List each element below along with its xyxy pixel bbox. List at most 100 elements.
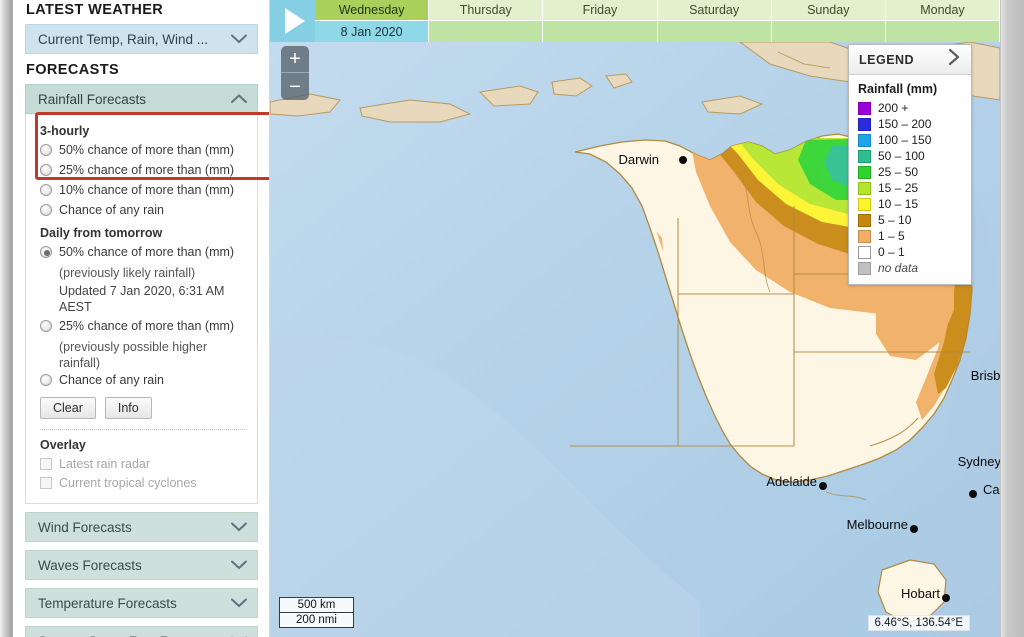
page-scrollbar-left[interactable] [0, 0, 13, 637]
legend-swatch [858, 197, 871, 211]
group-title-3-hourly: 3-hourly [40, 124, 90, 138]
legend-header-label: LEGEND [859, 52, 915, 67]
radio-icon[interactable] [40, 320, 52, 332]
option-label: Chance of any rain [59, 373, 164, 387]
map-container[interactable]: Darwin Brisbane Sydney Canberra Adelaide… [270, 0, 1000, 637]
legend-entry: 10 – 15 [858, 196, 963, 212]
latest-weather-select-label: Current Temp, Rain, Wind ... [38, 31, 209, 47]
legend-label: 200 + [878, 101, 909, 115]
legend-label: 25 – 50 [878, 165, 919, 179]
page-scrollbar-right[interactable] [1000, 0, 1024, 637]
scale-nmi: 200 nmi [280, 613, 354, 627]
legend-entry: 15 – 25 [858, 180, 963, 196]
panel-header-storms-snow-fog-frost[interactable]: Storms, Snow, Fog, Frost ... [25, 626, 258, 637]
latest-weather-select[interactable]: Current Temp, Rain, Wind ... [25, 24, 258, 54]
day-label[interactable]: Thursday [429, 0, 544, 21]
weather-app: LATEST WEATHER Current Temp, Rain, Wind … [0, 0, 1024, 637]
option-label: 50% chance of more than (mm) [59, 143, 235, 157]
legend-swatch [858, 101, 871, 115]
chevron-down-icon [231, 522, 247, 532]
day-label[interactable]: Friday [543, 0, 658, 21]
option-3h-50pct[interactable]: 50% chance of more than (mm) [40, 143, 245, 158]
panel-title-waves: Waves Forecasts [38, 557, 142, 573]
zoom-in-button[interactable]: + [281, 46, 309, 73]
overlay-label: Latest rain radar [59, 457, 151, 471]
scale-km: 500 km [280, 598, 354, 613]
chevron-right-icon [945, 47, 963, 72]
panel-header-temperature-forecasts[interactable]: Temperature Forecasts [25, 588, 258, 618]
day-tab-sunday[interactable]: Sunday [771, 0, 886, 42]
radio-icon[interactable] [40, 374, 52, 386]
chevron-up-icon [231, 94, 247, 104]
option-3h-10pct[interactable]: 10% chance of more than (mm) [40, 183, 245, 198]
option-daily-any-rain[interactable]: Chance of any rain [40, 373, 245, 388]
day-tab-friday[interactable]: Friday [543, 0, 658, 42]
legend-swatch [858, 165, 871, 179]
radio-icon[interactable] [40, 184, 52, 196]
panel-title-storms: Storms, Snow, Fog, Frost ... [38, 634, 205, 637]
day-label[interactable]: Wednesday [315, 0, 430, 21]
option-daily-25pct[interactable]: 25% chance of more than (mm) [40, 319, 245, 334]
button-row: Clear Info [40, 397, 245, 419]
legend-entry: 150 – 200 [858, 116, 963, 132]
option-3h-any-rain[interactable]: Chance of any rain [40, 203, 245, 218]
group-title-daily-from-tomorrow: Daily from tomorrow [40, 226, 163, 240]
radio-icon-selected[interactable] [40, 246, 52, 258]
legend-label: no data [878, 261, 919, 275]
day-date [771, 21, 886, 42]
legend-swatch [858, 181, 871, 195]
day-tab-monday[interactable]: Monday [885, 0, 1000, 42]
day-label[interactable]: Saturday [657, 0, 772, 21]
day-columns: Wednesday 8 Jan 2020 Thursday Friday Sat… [315, 0, 1000, 42]
option-daily-25pct-note: (previously possible higher rainfall) [59, 340, 207, 370]
play-animation-button[interactable] [270, 0, 315, 42]
legend-label: 0 – 1 [878, 245, 905, 259]
day-tab-saturday[interactable]: Saturday [657, 0, 772, 42]
legend-swatch [858, 229, 871, 243]
legend-label: 15 – 25 [878, 181, 919, 195]
play-icon [284, 8, 305, 34]
chevron-down-icon [231, 560, 247, 570]
panel-header-wind-forecasts[interactable]: Wind Forecasts [25, 512, 258, 542]
checkbox-icon[interactable] [40, 477, 52, 489]
forecasts-heading: FORECASTS [26, 62, 120, 78]
legend-label: 50 – 100 [878, 149, 925, 163]
day-tab-wednesday[interactable]: Wednesday 8 Jan 2020 [315, 0, 430, 42]
overlay-label: Current tropical cyclones [59, 476, 197, 490]
day-selector-strip: Wednesday 8 Jan 2020 Thursday Friday Sat… [270, 0, 1000, 42]
option-label: 50% chance of more than (mm) [59, 245, 235, 259]
day-tab-thursday[interactable]: Thursday [429, 0, 544, 42]
legend-entry: 25 – 50 [858, 164, 963, 180]
radio-icon[interactable] [40, 164, 52, 176]
option-label: 25% chance of more than (mm) [59, 319, 235, 333]
info-button[interactable]: Info [104, 397, 152, 419]
zoom-out-button[interactable]: − [281, 73, 309, 100]
radio-icon[interactable] [40, 204, 52, 216]
radio-icon[interactable] [40, 144, 52, 156]
section-divider [40, 429, 245, 430]
sidebar: LATEST WEATHER Current Temp, Rain, Wind … [13, 0, 270, 637]
option-3h-25pct[interactable]: 25% chance of more than (mm) [40, 163, 245, 178]
legend-panel: LEGEND Rainfall (mm) 200 + 150 – 200 100 [848, 44, 972, 285]
day-date [885, 21, 1000, 42]
legend-entry: 1 – 5 [858, 228, 963, 244]
checkbox-icon[interactable] [40, 458, 52, 470]
day-label[interactable]: Sunday [771, 0, 886, 21]
legend-label: 1 – 5 [878, 229, 905, 243]
day-date [429, 21, 544, 42]
clear-button[interactable]: Clear [40, 397, 96, 419]
map-zoom-controls: + − [281, 46, 309, 100]
overlay-current-tropical-cyclones[interactable]: Current tropical cyclones [40, 476, 245, 490]
panel-header-rainfall-forecasts[interactable]: Rainfall Forecasts [25, 84, 258, 114]
legend-entry: 50 – 100 [858, 148, 963, 164]
svg-text:Hobart: Hobart [901, 586, 940, 601]
legend-entry: 5 – 10 [858, 212, 963, 228]
legend-header[interactable]: LEGEND [849, 45, 971, 75]
option-daily-50pct[interactable]: 50% chance of more than (mm) [40, 245, 245, 260]
overlay-latest-rain-radar[interactable]: Latest rain radar [40, 457, 245, 471]
option-daily-50pct-note: (previously likely rainfall) [59, 266, 196, 280]
panel-header-waves-forecasts[interactable]: Waves Forecasts [25, 550, 258, 580]
day-label[interactable]: Monday [885, 0, 1000, 21]
chevron-down-icon [231, 34, 247, 44]
option-daily-50pct-updated: Updated 7 Jan 2020, 6:31 AM AEST [59, 284, 225, 314]
